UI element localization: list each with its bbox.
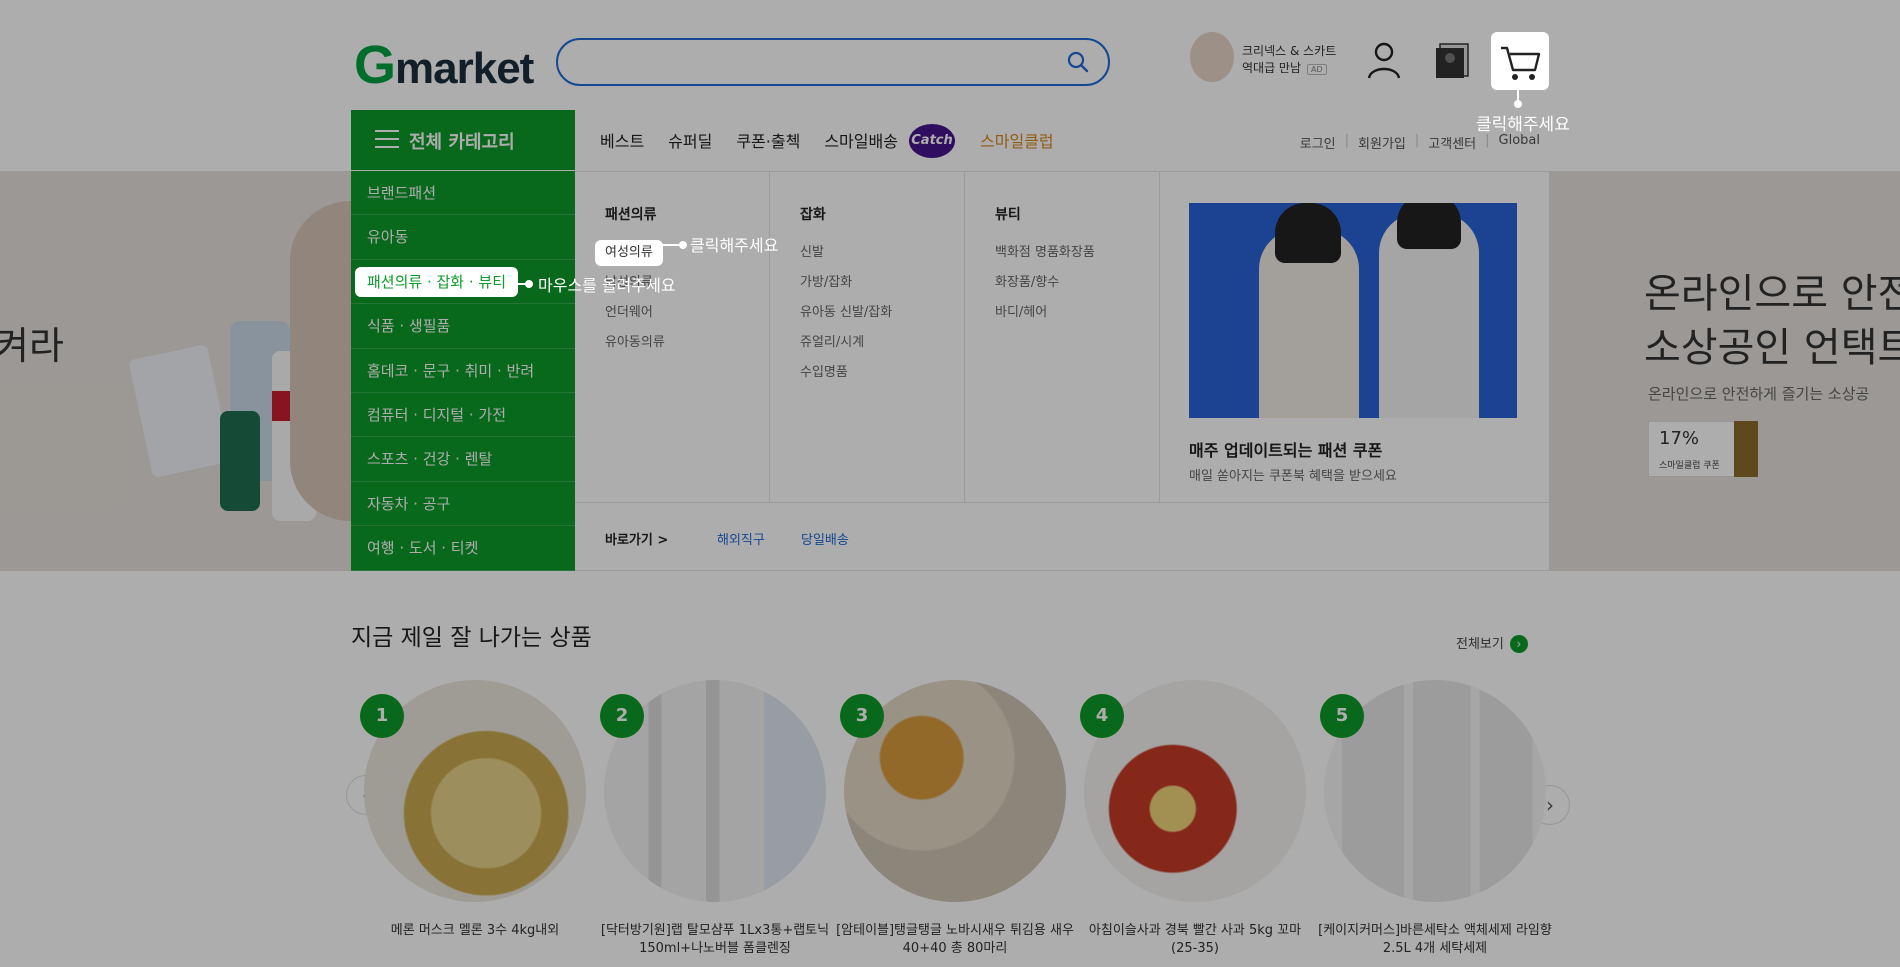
nav-coupon[interactable]: 쿠폰·출첵	[736, 128, 800, 152]
column-title[interactable]: 뷰티	[995, 204, 1159, 224]
rank-badge: 5	[1320, 694, 1364, 738]
coupon-tab	[1734, 421, 1758, 477]
column-title[interactable]: 패션의류	[605, 204, 769, 224]
promo-desc: 매일 쏟아지는 쿠폰북 혜택을 받으세요	[1189, 469, 1397, 484]
promo-line2: 역대급 만남 AD	[1242, 59, 1327, 76]
subcategory-item[interactable]: 유아동의류	[605, 328, 769, 358]
subcategory-item[interactable]: 언더웨어	[605, 298, 769, 328]
banner-product-image	[220, 411, 260, 511]
category-item[interactable]: 여행 · 도서 · 티켓	[351, 526, 575, 571]
banner-right-headline2: 소상공인 언택트	[1644, 325, 1900, 371]
category-item[interactable]: 유아동	[351, 215, 575, 260]
nav-superdeal[interactable]: 슈퍼딜	[668, 128, 712, 152]
util-links: 로그인 | 회원가입 | 고객센터 | Global	[1299, 133, 1540, 152]
rank-badge: 1	[360, 694, 404, 738]
quick-links-bar: 바로가기 > 해외직구 당일배송	[575, 502, 1550, 572]
all-category-label: 전체 카테고리	[409, 132, 515, 153]
coupon-label: 스마일클럽 쿠폰	[1659, 461, 1720, 471]
main-nav: 베스트 슈퍼딜 쿠폰·출첵 스마일배송	[600, 128, 922, 152]
coupon-card[interactable]: 17% 스마일클럽 쿠폰	[1648, 421, 1758, 477]
category-item[interactable]: 브랜드패션	[351, 171, 575, 216]
promo-line1: 크리넥스 & 스카트	[1242, 44, 1337, 58]
subcategory-item[interactable]: 가방/잡화	[800, 268, 964, 298]
product-name: [케이지커머스]바른세탁소 액체세제 라임향 2.5L 4개 세탁세제	[1318, 923, 1552, 956]
rank-badge: 2	[600, 694, 644, 738]
cart-button[interactable]	[1491, 32, 1549, 90]
nav-best[interactable]: 베스트	[600, 128, 644, 152]
category-item[interactable]: 컴퓨터 · 디지털 · 가전	[351, 393, 575, 438]
search-input[interactable]	[556, 38, 1110, 86]
subcategory-item[interactable]: 백화점 명품화장품	[995, 238, 1159, 268]
gmarket-logo[interactable]: Gmarket	[354, 34, 534, 96]
header-promo[interactable]: 크리넥스 & 스카트 역대급 만남 AD	[1190, 32, 1340, 82]
mega-column-fashion: 패션의류 여성의류 남성의류 언더웨어 유아동의류	[575, 172, 770, 502]
category-mega-menu: 패션의류 여성의류 남성의류 언더웨어 유아동의류 잡화 신발 가방/잡화 유아…	[575, 171, 1550, 571]
category-item[interactable]: 식품 · 생필품	[351, 304, 575, 349]
product-name: 아침이슬사과 경북 빨간 사과 5kg 꼬마(25-35)	[1088, 923, 1302, 956]
arrow-right-icon: ›	[1509, 635, 1528, 653]
promo-model-image	[1190, 32, 1234, 82]
category-hint-pointer	[506, 280, 533, 288]
rank-badge: 3	[840, 694, 884, 738]
nav-catch[interactable]: Catch	[909, 124, 955, 158]
chevron-right-icon: ›	[1546, 793, 1554, 817]
fashion-coupon-image[interactable]	[1189, 203, 1517, 418]
promo-title[interactable]: 매주 업데이트되는 패션 쿠폰	[1189, 437, 1382, 461]
cart-hint-pointer	[1514, 90, 1522, 108]
cart-hint: 클릭해주세요	[1476, 115, 1570, 135]
subcategory-item[interactable]: 화장품/향수	[995, 268, 1159, 298]
product-name: 메론 머스크 멜론 3수 4kg내외	[390, 923, 560, 938]
banner-right-subtext: 온라인으로 안전하게 즐기는 소상공	[1648, 385, 1870, 403]
search-icon[interactable]	[1066, 50, 1090, 74]
column-title[interactable]: 잡화	[800, 204, 964, 224]
customer-center-link[interactable]: 고객센터	[1428, 133, 1476, 152]
global-link[interactable]: Global	[1499, 133, 1540, 152]
cart-icon	[1501, 46, 1541, 80]
ad-badge: AD	[1307, 64, 1327, 75]
mega-column-beauty: 뷰티 백화점 명품화장품 화장품/향수 바디/헤어	[965, 172, 1160, 502]
quick-link-sameday[interactable]: 당일배송	[801, 529, 849, 548]
header: Gmarket 크리넥스 & 스카트 역대급 만남 AD 클릭해주세요 전체 카테…	[0, 0, 1900, 171]
quick-label: 바로가기 >	[605, 533, 669, 548]
category-hint: 마우스를 올려주세요	[538, 276, 676, 295]
all-category-button[interactable]: 전체 카테고리	[351, 110, 575, 170]
subcategory-item[interactable]: 수입명품	[800, 358, 964, 388]
category-item[interactable]: 스포츠 · 건강 · 렌탈	[351, 437, 575, 482]
hamburger-icon	[375, 130, 399, 150]
login-link[interactable]: 로그인	[1300, 133, 1336, 152]
nav-smile-delivery[interactable]: 스마일배송	[824, 128, 898, 152]
subcategory-item[interactable]: 바디/헤어	[995, 298, 1159, 328]
product-name: [암테이블]탱글탱글 노바시새우 튀김용 새우 40+40 총 80마리	[836, 923, 1074, 956]
subcategory-item[interactable]: 신발	[800, 238, 964, 268]
subcategory-item[interactable]: 유아동 신발/잡화	[800, 298, 964, 328]
item-hint-pointer	[660, 241, 687, 249]
subcategory-item[interactable]: 쥬얼리/시계	[800, 328, 964, 358]
category-item[interactable]: 홈데코 · 문구 · 취미 · 반려	[351, 349, 575, 393]
nav-smile-club[interactable]: 스마일클럽	[980, 128, 1054, 152]
banner-product-image	[128, 343, 232, 479]
recent-view-icon[interactable]	[1432, 40, 1472, 80]
item-hint: 클릭해주세요	[690, 236, 779, 255]
category-item[interactable]: 자동차 · 공구	[351, 482, 575, 527]
best-section-title: 지금 제일 잘 나가는 상품	[351, 625, 592, 651]
quick-link-overseas[interactable]: 해외직구	[717, 529, 765, 548]
view-all-link[interactable]: 전체보기 ›	[1456, 633, 1528, 653]
coupon-percent: 17%	[1659, 428, 1700, 449]
category-list: 브랜드패션 유아동 패션의류 · 잡화 · 뷰티 식품 · 생필품 홈데코 · …	[351, 171, 575, 571]
banner-right-headline1: 온라인으로 안전	[1644, 271, 1900, 317]
product-name: [닥터방기원]랩 탈모샴푸 1Lx3통+랩토닉 150ml+나노버블 폼클렌징	[600, 923, 830, 956]
signup-link[interactable]: 회원가입	[1358, 133, 1406, 152]
banner-left-text: 켜라	[0, 324, 64, 368]
rank-badge: 4	[1080, 694, 1124, 738]
mega-column-goods: 잡화 신발 가방/잡화 유아동 신발/잡화 쥬얼리/시계 수입명품	[770, 172, 965, 502]
user-icon[interactable]	[1366, 40, 1402, 80]
